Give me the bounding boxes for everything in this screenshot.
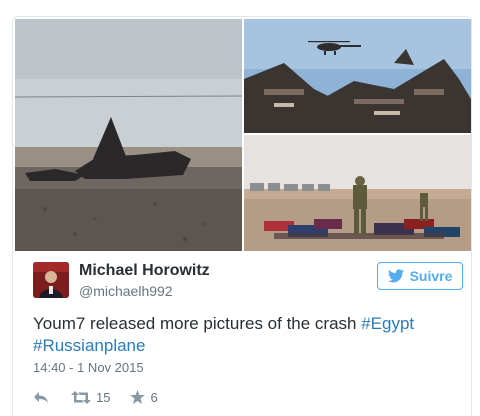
- retweet-icon: [71, 390, 91, 404]
- photo-grid: [15, 19, 471, 255]
- photo-soldier-debris[interactable]: [244, 135, 471, 251]
- hashtag-egypt[interactable]: #Egypt: [361, 314, 414, 333]
- tweet-timestamp[interactable]: 14:40 - 1 Nov 2015: [33, 360, 144, 375]
- author-name[interactable]: Michael Horowitz: [79, 262, 210, 280]
- tweet-text: Youm7 released more pictures of the cras…: [33, 313, 463, 357]
- follow-button[interactable]: Suivre: [377, 262, 463, 290]
- favorite-count: 6: [150, 389, 158, 405]
- retweet-count: 15: [96, 389, 111, 405]
- follow-label: Suivre: [409, 268, 453, 284]
- hashtag-russianplane[interactable]: #Russianplane: [33, 336, 145, 355]
- reply-arrow-icon: [34, 391, 48, 403]
- tweet-card: Michael Horowitz @michaelh992 Suivre You…: [12, 16, 472, 416]
- avatar[interactable]: [33, 262, 69, 298]
- retweet-button[interactable]: 15: [71, 390, 110, 405]
- star-icon: [130, 390, 146, 404]
- author-handle[interactable]: @michaelh992: [79, 283, 173, 299]
- photo-desert-wreckage[interactable]: [15, 19, 242, 251]
- tweet-header: Michael Horowitz @michaelh992 Suivre: [33, 261, 463, 305]
- photo-wreckage-helicopter[interactable]: [244, 19, 471, 133]
- twitter-bird-icon: [387, 269, 404, 283]
- favorite-button[interactable]: 6: [130, 389, 158, 405]
- reply-button[interactable]: [33, 391, 49, 404]
- tweet-actions: 15 6: [33, 388, 158, 406]
- tweet-text-body: Youm7 released more pictures of the cras…: [33, 314, 362, 333]
